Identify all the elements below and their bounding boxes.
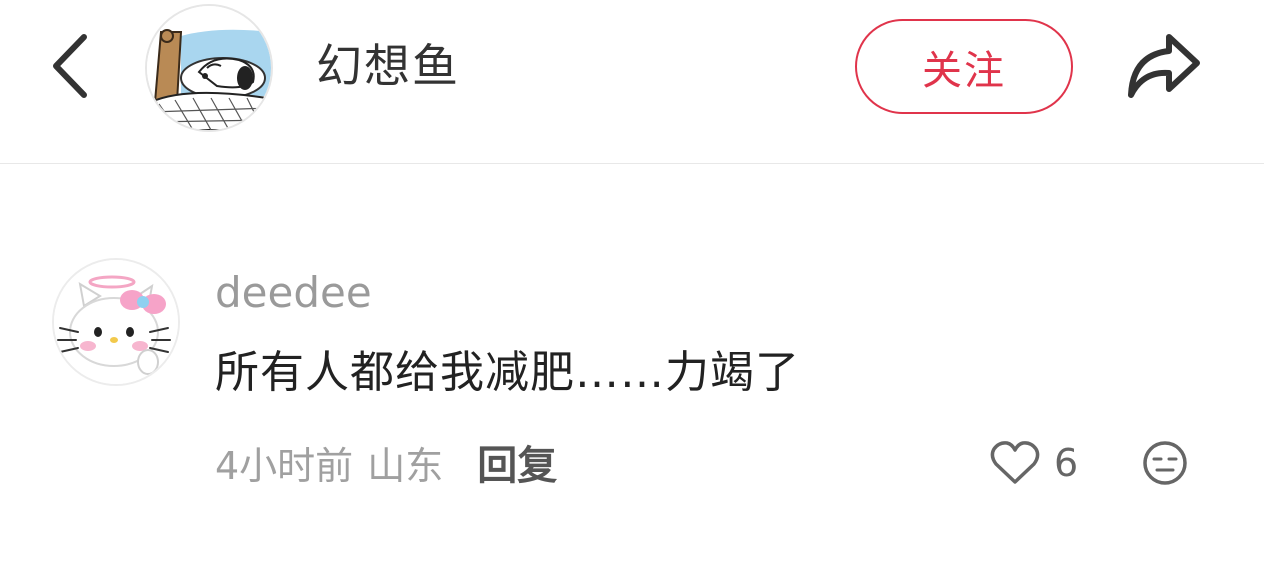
commenter-username[interactable]: deedee: [215, 266, 372, 320]
neutral-face-icon: [1143, 441, 1187, 485]
like-button[interactable]: 6: [990, 436, 1078, 490]
comment-text: 所有人都给我减肥……力竭了: [215, 347, 800, 398]
share-button[interactable]: [1118, 26, 1208, 106]
comment-item: deedee 所有人都给我减肥……力竭了 4小时前 山东 回复 6: [0, 250, 1264, 510]
chevron-left-icon: [53, 34, 87, 98]
heart-outline-icon: [990, 441, 1040, 484]
top-bar: 幻想鱼 关注: [0, 0, 1264, 164]
reply-button[interactable]: 回复: [477, 433, 557, 491]
like-count: 6: [1054, 441, 1079, 485]
comment-time: 4小时前: [215, 443, 354, 488]
author-name[interactable]: 幻想鱼: [316, 36, 460, 96]
hello-kitty-avatar-image: [54, 260, 178, 384]
comment-location: 山东: [367, 443, 444, 488]
dislike-button[interactable]: [1140, 438, 1190, 488]
sleeping-dog-avatar-image: [147, 6, 271, 130]
comment-meta: 4小时前 山东 回复: [215, 434, 557, 490]
back-button[interactable]: [38, 28, 102, 104]
share-arrow-icon: [1128, 34, 1200, 98]
commenter-avatar[interactable]: [52, 258, 180, 386]
author-avatar[interactable]: [145, 4, 273, 132]
follow-button[interactable]: 关注: [855, 19, 1073, 114]
